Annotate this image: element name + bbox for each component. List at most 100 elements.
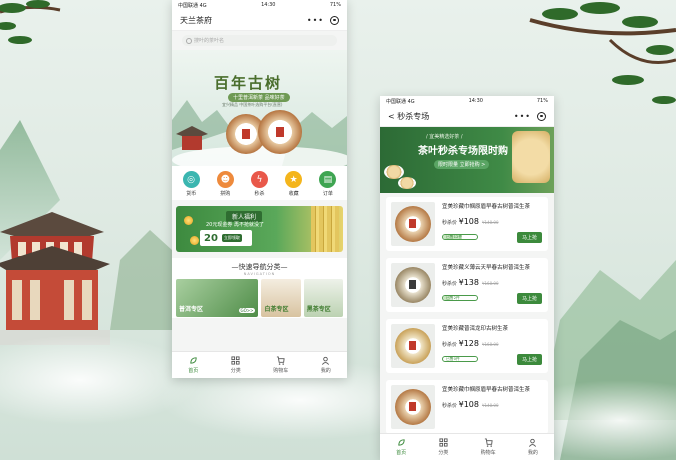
tab-label: 我的 [527, 450, 538, 456]
tab-home[interactable]: 首页 [396, 438, 406, 456]
claim-button[interactable]: 立即领取 [221, 234, 242, 242]
price-label: 秒杀价 [442, 342, 458, 348]
card-label: 黑茶专区 [306, 306, 331, 313]
nav-subtitle: NAVIGATION [243, 272, 276, 276]
sale-price: ¥128 [458, 339, 479, 348]
user-icon [322, 356, 330, 365]
tea-leaves-image [512, 131, 550, 183]
flash-sale-phone: 中国联通 4G 14:30 71% < 秒杀专场 ••• / 宜美精选好茶 / … [380, 96, 554, 460]
buy-now-button[interactable]: 马上抢 [516, 232, 542, 243]
cart-icon [484, 438, 493, 447]
new-user-welfare-banner[interactable]: 新人福利 20元现金券 再不抢就没了 20 立即领取 [176, 206, 343, 252]
pine-branch-left [0, 0, 61, 44]
buy-now-button[interactable]: 马上抢 [516, 354, 542, 365]
banner-subtitle: 十里普洱新茶 品味好茶 [228, 93, 290, 102]
tab-category[interactable]: 分类 [438, 438, 448, 456]
sold-count: 已售12件 [446, 234, 463, 239]
time-text: 14:30 [468, 98, 483, 104]
tab-cart[interactable]: 购物车 [273, 356, 288, 374]
category-card-puer[interactable]: 普洱专区 GO>> [176, 279, 259, 317]
nav-bar: 天兰茶府 ••• [172, 10, 347, 31]
carrier-text: 中国联通 [386, 98, 407, 105]
icon-label: 收藏 [288, 191, 299, 197]
banner-title: 百年古树 [214, 74, 283, 92]
tab-label: 我的 [320, 368, 331, 374]
original-price: ¥168.00 [481, 342, 499, 347]
card-label: 普洱专区 [179, 306, 204, 313]
product-name: 宜美珍藏义薄云天早春古树普洱生茶 [442, 265, 531, 271]
price-label: 秒杀价 [442, 220, 458, 226]
original-price: ¥148.00 [481, 220, 499, 225]
tea-cake-image [258, 110, 302, 154]
icon-favorites[interactable]: ★ 收藏 [285, 171, 303, 197]
tab-bar: 首页 分类 购物车 我的 [380, 433, 554, 460]
mini-program-capsule[interactable]: ••• [307, 15, 339, 25]
home-screen-phone: 中国联通 4G 14:30 71% 天兰茶府 ••• 搜叶的茶叶名 百年古树 十… [172, 0, 347, 378]
product-item[interactable]: 宜美珍藏普洱龙印古树生茶 秒杀价 ¥128 ¥168.00 已售0件 马上抢 [386, 319, 548, 373]
cart-icon [277, 356, 285, 365]
original-price: ¥148.00 [481, 403, 499, 408]
close-target-icon[interactable] [537, 111, 546, 121]
icon-label: 订单 [322, 191, 333, 197]
buy-now-button[interactable]: 马上抢 [516, 293, 542, 304]
icon-flash-sale[interactable]: ϟ 秒杀 [250, 171, 268, 197]
product-name: 宜美珍藏巾帼原眉早春古树普洱生茶 [442, 204, 531, 210]
star-icon: ★ [285, 171, 303, 188]
network-text: 4G [407, 98, 415, 105]
mini-program-capsule[interactable]: ••• [514, 111, 546, 121]
product-price: 秒杀价 ¥138 ¥168.00 [442, 278, 499, 287]
status-bar: 中国联通 4G 14:30 71% [380, 96, 554, 106]
order-icon: ▤ [319, 171, 337, 188]
carrier-text: 中国联通 [178, 2, 199, 9]
coupon-ticket[interactable]: 20 立即领取 [200, 230, 252, 246]
search-icon [186, 38, 192, 44]
product-image [391, 385, 435, 429]
tab-label: 分类 [230, 368, 241, 374]
tea-cup-image [384, 165, 404, 179]
tab-profile[interactable]: 我的 [321, 356, 331, 374]
product-image [391, 324, 435, 368]
product-price: 秒杀价 ¥128 ¥168.00 [442, 339, 499, 348]
product-item[interactable]: 宜美珍藏义薄云天早春古树普洱生茶 秒杀价 ¥138 ¥168.00 已售2件 马上… [386, 258, 548, 312]
search-input[interactable]: 搜叶的茶叶名 [182, 35, 337, 46]
icon-coin[interactable]: ◎ 货币 [182, 171, 200, 197]
hero-banner[interactable]: 百年古树 十里普洱新茶 品味好茶 宜兴精品 中国茶叶选购平台(直营) [172, 50, 347, 166]
pagoda-illustration [0, 212, 110, 345]
tab-category[interactable]: 分类 [231, 356, 241, 374]
product-price: 秒杀价 ¥108 ¥148.00 [442, 217, 499, 226]
icon-orders[interactable]: ▤ 订单 [319, 171, 337, 197]
sold-progress-bar: 已售2件 [442, 295, 478, 301]
network-text: 4G [199, 2, 207, 9]
icon-label: 拼购 [220, 191, 231, 197]
tab-profile[interactable]: 我的 [528, 438, 538, 456]
product-item[interactable]: 宜美珍藏巾帼原眉早春古树普洱生茶 秒杀价 ¥108 ¥148.00 已售12件 马… [386, 197, 548, 251]
nav-title: —快速导航分类— [231, 263, 288, 271]
search-placeholder: 搜叶的茶叶名 [194, 38, 225, 44]
category-card-dark-tea[interactable]: 黑茶专区 [303, 279, 343, 317]
status-bar: 中国联通 4G 14:30 71% [172, 0, 347, 10]
user-icon [529, 438, 537, 447]
tab-label: 分类 [438, 450, 449, 456]
more-icon[interactable]: ••• [514, 112, 531, 121]
time-text: 14:30 [261, 2, 276, 8]
grab-now-button[interactable]: 限时限量 立即抢购 > [434, 160, 490, 169]
back-title[interactable]: < 秒杀专场 [388, 111, 429, 122]
product-item[interactable]: 宜美珍藏巾帼原眉早春古树普洱生茶 秒杀价 ¥108 ¥148.00 [386, 380, 548, 434]
icon-group-buy[interactable]: ☻ 拼购 [216, 171, 234, 197]
icon-label: 货币 [186, 191, 197, 197]
price-label: 秒杀价 [442, 281, 458, 287]
tab-home[interactable]: 首页 [188, 356, 198, 374]
go-button[interactable]: GO>> [238, 308, 256, 313]
bamboo-decoration [311, 206, 339, 252]
card-label: 白茶专区 [264, 306, 289, 313]
tab-cart[interactable]: 购物车 [481, 438, 496, 456]
tab-label: 购物车 [273, 368, 289, 374]
leaf-icon [397, 439, 405, 446]
close-target-icon[interactable] [330, 15, 339, 25]
category-card-white-tea[interactable]: 白茶专区 [261, 279, 301, 317]
banner-headline: 茶叶秒杀专场限时购 [418, 146, 508, 157]
more-icon[interactable]: ••• [307, 16, 324, 25]
flash-sale-banner[interactable]: / 宜美精选好茶 / 茶叶秒杀专场限时购 限时限量 立即抢购 > [380, 127, 554, 193]
coin-decoration [190, 236, 199, 245]
tab-bar: 首页 分类 购物车 我的 [172, 351, 347, 378]
